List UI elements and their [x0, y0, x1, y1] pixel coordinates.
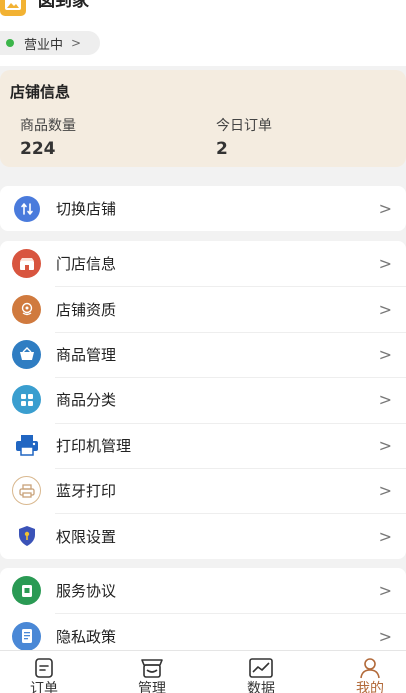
menu-item-label: 权限设置 — [56, 527, 117, 546]
menu-item-bluetooth-print[interactable]: 蓝牙打印 > — [0, 467, 406, 513]
tab-label: 数据 — [247, 681, 275, 693]
menu-item-product-management[interactable]: 商品管理 > — [0, 331, 406, 377]
chevron-right-icon: > — [378, 299, 392, 319]
profile-icon — [360, 658, 380, 679]
chevron-right-icon: > — [378, 390, 392, 410]
menu-item-label: 服务协议 — [56, 582, 117, 601]
printer-icon — [12, 431, 41, 460]
my-page: 囡到家 营业中 > 店铺信息 商品数量 224 今日订单 2 切换店铺 > 门店… — [0, 0, 406, 693]
menu-section-management: 门店信息 > 店铺资质 > 商品管理 > 商品分类 > 打印机管理 > 蓝牙打印… — [0, 241, 406, 559]
menu-item-permission-settings[interactable]: 权限设置 > — [0, 513, 406, 558]
menu-item-label: 门店信息 — [56, 255, 117, 274]
status-text: 营业中 — [24, 37, 64, 53]
menu-item-label: 商品管理 — [56, 345, 117, 364]
chevron-right-icon: > — [71, 36, 82, 50]
bluetooth-print-icon — [12, 476, 41, 506]
business-status-toggle[interactable]: 营业中 > — [0, 31, 100, 55]
shop-logo-icon — [0, 0, 26, 16]
chevron-right-icon: > — [378, 626, 392, 646]
shield-icon — [12, 522, 41, 551]
menu-section-shop: 切换店铺 > — [0, 186, 406, 232]
stat-value: 224 — [20, 139, 56, 159]
tab-label: 订单 — [30, 681, 58, 693]
menu-item-store-info[interactable]: 门店信息 > — [0, 241, 406, 286]
agreement-icon — [12, 576, 41, 606]
tab-data[interactable]: 数据 — [231, 657, 291, 693]
tab-orders[interactable]: 订单 — [14, 657, 74, 693]
certificate-icon — [12, 294, 41, 324]
menu-item-switch-store[interactable]: 切换店铺 > — [0, 186, 406, 231]
chevron-right-icon: > — [378, 526, 392, 546]
menu-item-printer-management[interactable]: 打印机管理 > — [0, 422, 406, 468]
stat-value: 2 — [216, 139, 228, 159]
menu-item-label: 打印机管理 — [56, 436, 132, 455]
basket-icon — [12, 339, 41, 369]
menu-item-label: 蓝牙打印 — [56, 482, 117, 501]
manage-icon — [141, 659, 163, 678]
shop-name: 囡到家 — [38, 0, 89, 11]
tab-manage[interactable]: 管理 — [122, 657, 182, 693]
header: 囡到家 营业中 > — [0, 0, 406, 66]
chevron-right-icon: > — [378, 435, 392, 455]
order-icon — [35, 658, 53, 678]
menu-item-service-agreement[interactable]: 服务协议 > — [0, 568, 406, 613]
bottom-tab-bar: 订单 管理 数据 我的 — [0, 650, 406, 693]
stat-label: 今日订单 — [216, 118, 272, 134]
menu-item-label: 隐私政策 — [56, 627, 117, 646]
chevron-right-icon: > — [378, 481, 392, 501]
grid-icon — [12, 385, 41, 415]
switch-icon — [14, 195, 40, 222]
chevron-right-icon: > — [378, 344, 392, 364]
stat-label: 商品数量 — [20, 118, 76, 134]
menu-item-label: 切换店铺 — [56, 200, 117, 219]
tab-label: 管理 — [138, 681, 166, 693]
chevron-right-icon: > — [378, 254, 392, 274]
stat-today-orders[interactable]: 今日订单 2 — [216, 115, 272, 159]
status-dot-icon — [6, 39, 14, 47]
chevron-right-icon: > — [378, 581, 392, 601]
menu-item-label: 店铺资质 — [56, 300, 117, 319]
tab-profile[interactable]: 我的 — [340, 657, 400, 693]
store-info-card: 店铺信息 商品数量 224 今日订单 2 — [0, 70, 406, 167]
menu-item-label: 商品分类 — [56, 391, 117, 410]
menu-item-product-category[interactable]: 商品分类 > — [0, 377, 406, 422]
storefront-icon — [12, 249, 41, 279]
chart-icon — [249, 658, 273, 678]
document-icon — [12, 621, 41, 651]
store-info-title: 店铺信息 — [10, 83, 71, 101]
menu-item-store-qualification[interactable]: 店铺资质 > — [0, 286, 406, 331]
menu-section-legal: 服务协议 > 隐私政策 > — [0, 568, 406, 659]
tab-label: 我的 — [356, 681, 384, 693]
stat-product-count[interactable]: 商品数量 224 — [20, 115, 76, 159]
chevron-right-icon: > — [378, 199, 392, 219]
